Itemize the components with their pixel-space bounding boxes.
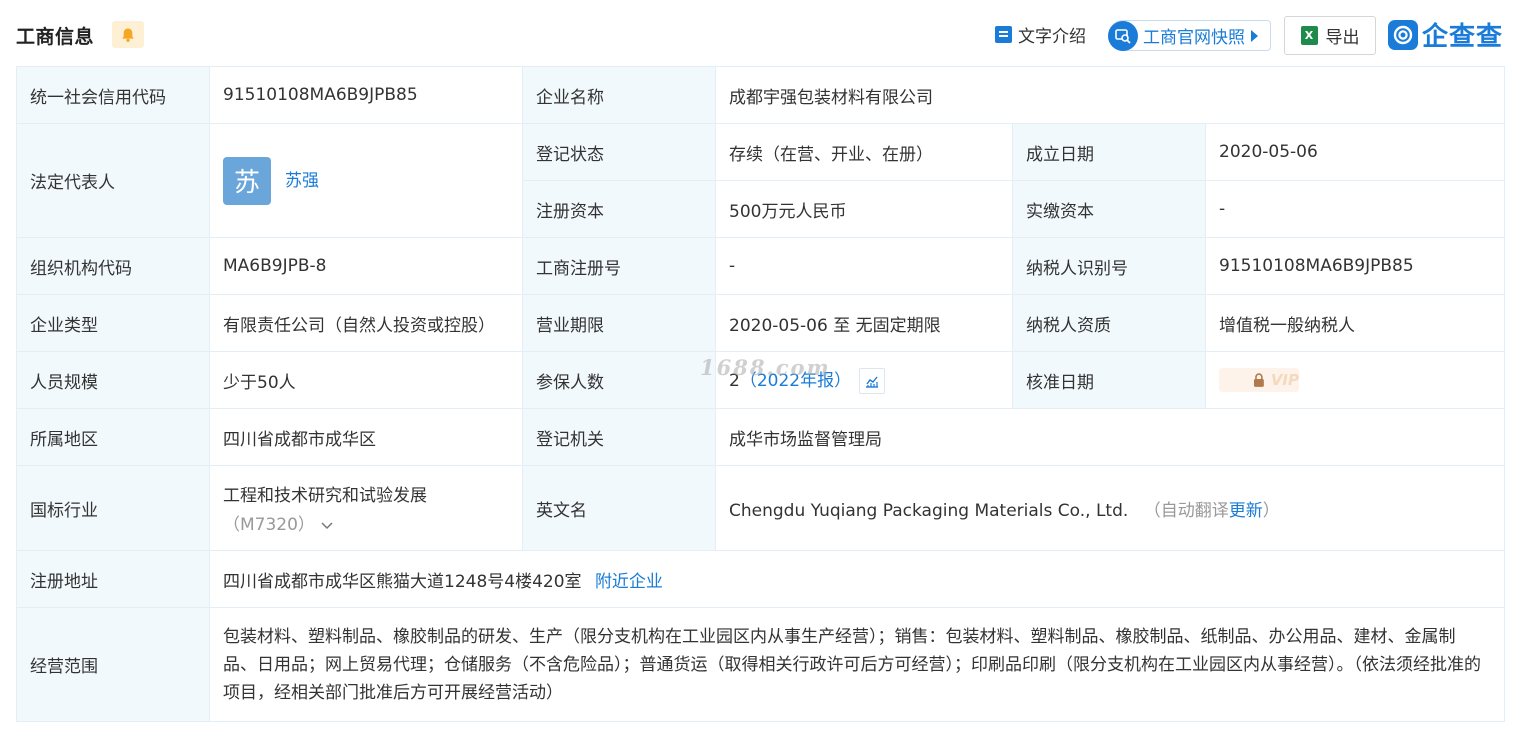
scope-value: 包装材料、塑料制品、橡胶制品的研发、生产（限分支机构在工业园区内从事生产经营）；… <box>209 607 1505 722</box>
region-label: 所属地区 <box>16 408 210 466</box>
brand-logo[interactable]: 企查查 <box>1388 16 1503 53</box>
legal-rep-link[interactable]: 苏强 <box>285 171 319 191</box>
text-intro-label: 文字介绍 <box>1018 27 1086 47</box>
table-row: 企业类型 有限责任公司（自然人投资或控股） 营业期限 2020-05-06 至 … <box>16 294 1505 352</box>
table-row: 组织机构代码 MA6B9JPB-8 工商注册号 - 纳税人识别号 9151010… <box>16 237 1505 295</box>
table-row: 注册地址 四川省成都市成华区熊猫大道1248号4楼420室 附近企业 <box>16 550 1505 608</box>
auto-translate-suffix: ） <box>1262 500 1280 521</box>
industry-label: 国标行业 <box>16 465 210 551</box>
reg-capital-label: 注册资本 <box>522 180 716 238</box>
lock-icon <box>1253 373 1264 387</box>
tax-id-label: 纳税人识别号 <box>1012 237 1206 295</box>
document-icon <box>995 26 1012 43</box>
scope-label: 经营范围 <box>16 607 210 722</box>
found-date-value: 2020-05-06 <box>1205 123 1505 181</box>
org-code-label: 组织机构代码 <box>16 237 210 295</box>
snapshot-label: 工商官网快照 <box>1143 28 1245 48</box>
bell-icon[interactable] <box>112 21 144 48</box>
vip-lock-badge[interactable]: VIP <box>1219 368 1299 392</box>
address-cell: 四川省成都市成华区熊猫大道1248号4楼420室 附近企业 <box>209 550 1505 608</box>
table-row: 人员规模 少于50人 参保人数 2（2022年报） 核准日期 VIP <box>16 351 1505 409</box>
company-name-label: 企业名称 <box>522 66 716 124</box>
reg-capital-value: 500万元人民币 <box>715 180 1013 238</box>
industry-value: 工程和技术研究和试验发展 <box>223 486 427 506</box>
table-row: 统一社会信用代码 91510108MA6B9JPB85 企业名称 成都宇强包装材… <box>16 66 1505 124</box>
brand-mark-icon <box>1388 19 1418 50</box>
caret-right-icon <box>1251 29 1258 42</box>
staff-size-value: 少于50人 <box>209 351 523 409</box>
english-name-label: 英文名 <box>522 465 716 551</box>
business-term-value: 2020-05-06 至 无固定期限 <box>715 294 1013 352</box>
auto-translate-prefix: （自动翻译 <box>1143 500 1229 521</box>
vip-label: VIP <box>1270 371 1299 389</box>
export-button[interactable]: X 导出 <box>1284 16 1376 55</box>
industry-code-row[interactable]: （M7320） <box>223 510 509 535</box>
paid-capital-label: 实缴资本 <box>1012 180 1206 238</box>
chevron-down-icon[interactable] <box>320 515 334 535</box>
table-row: 法定代表人 苏苏强 登记状态 存续（在营、开业、在册） 成立日期 2020-05… <box>16 123 1505 238</box>
avatar[interactable]: 苏 <box>223 156 271 205</box>
section-title: 工商信息 <box>16 26 95 48</box>
section-header: 工商信息 文字介绍 工商官网快照 X 导出 企查查 <box>0 0 1533 66</box>
text-intro-button[interactable]: 文字介绍 <box>995 22 1086 47</box>
brand-name: 企查查 <box>1422 22 1504 52</box>
english-name-cell: Chengdu Yuqiang Packaging Materials Co.,… <box>715 465 1505 551</box>
approval-date-label: 核准日期 <box>1012 351 1206 409</box>
excel-icon: X <box>1300 26 1318 45</box>
company-type-value: 有限责任公司（自然人投资或控股） <box>209 294 523 352</box>
reg-authority-value: 成华市场监督管理局 <box>715 408 1505 466</box>
table-row: 经营范围 包装材料、塑料制品、橡胶制品的研发、生产（限分支机构在工业园区内从事生… <box>16 607 1505 722</box>
address-value: 四川省成都市成华区熊猫大道1248号4楼420室 <box>223 571 582 592</box>
reg-status-label: 登记状态 <box>522 123 716 181</box>
insured-report-link[interactable]: （2022年报） <box>740 371 851 391</box>
table-row: 国标行业 工程和技术研究和试验发展 （M7320） 英文名 Chengdu Yu… <box>16 465 1505 551</box>
nearby-companies-link[interactable]: 附近企业 <box>595 572 663 592</box>
business-info-table: 统一社会信用代码 91510108MA6B9JPB85 企业名称 成都宇强包装材… <box>16 66 1505 722</box>
paid-capital-value: - <box>1205 180 1505 238</box>
company-type-label: 企业类型 <box>16 294 210 352</box>
trend-chart-icon[interactable] <box>859 368 886 394</box>
translate-update-link[interactable]: 更新 <box>1229 501 1263 521</box>
tax-qualification-value: 增值税一般纳税人 <box>1205 294 1505 352</box>
tax-qualification-label: 纳税人资质 <box>1012 294 1206 352</box>
business-term-label: 营业期限 <box>522 294 716 352</box>
snapshot-search-icon <box>1108 20 1138 51</box>
company-name-value: 成都宇强包装材料有限公司 <box>715 66 1505 124</box>
credit-code-label: 统一社会信用代码 <box>16 66 210 124</box>
credit-code-value: 91510108MA6B9JPB85 <box>209 66 523 124</box>
insured-cell: 2（2022年报） <box>715 351 1013 409</box>
industry-cell: 工程和技术研究和试验发展 （M7320） <box>209 465 523 551</box>
table-row: 所属地区 四川省成都市成华区 登记机关 成华市场监督管理局 <box>16 408 1505 466</box>
region-value: 四川省成都市成华区 <box>209 408 523 466</box>
reg-status-value: 存续（在营、开业、在册） <box>715 123 1013 181</box>
export-label: 导出 <box>1325 28 1360 48</box>
staff-size-label: 人员规模 <box>16 351 210 409</box>
found-date-label: 成立日期 <box>1012 123 1206 181</box>
org-code-value: MA6B9JPB-8 <box>209 237 523 295</box>
tax-id-value: 91510108MA6B9JPB85 <box>1205 237 1505 295</box>
reg-authority-label: 登记机关 <box>522 408 716 466</box>
legal-rep-label: 法定代表人 <box>16 123 210 238</box>
english-name-value: Chengdu Yuqiang Packaging Materials Co.,… <box>729 500 1129 521</box>
reg-no-label: 工商注册号 <box>522 237 716 295</box>
approval-date-cell: VIP <box>1205 351 1505 409</box>
industry-code: （M7320） <box>223 515 315 535</box>
official-snapshot-button[interactable]: 工商官网快照 <box>1108 20 1271 51</box>
address-label: 注册地址 <box>16 550 210 608</box>
reg-no-value: - <box>715 237 1013 295</box>
legal-rep-cell: 苏苏强 <box>209 123 523 238</box>
insured-label: 参保人数 <box>522 351 716 409</box>
insured-count: 2 <box>729 371 740 391</box>
